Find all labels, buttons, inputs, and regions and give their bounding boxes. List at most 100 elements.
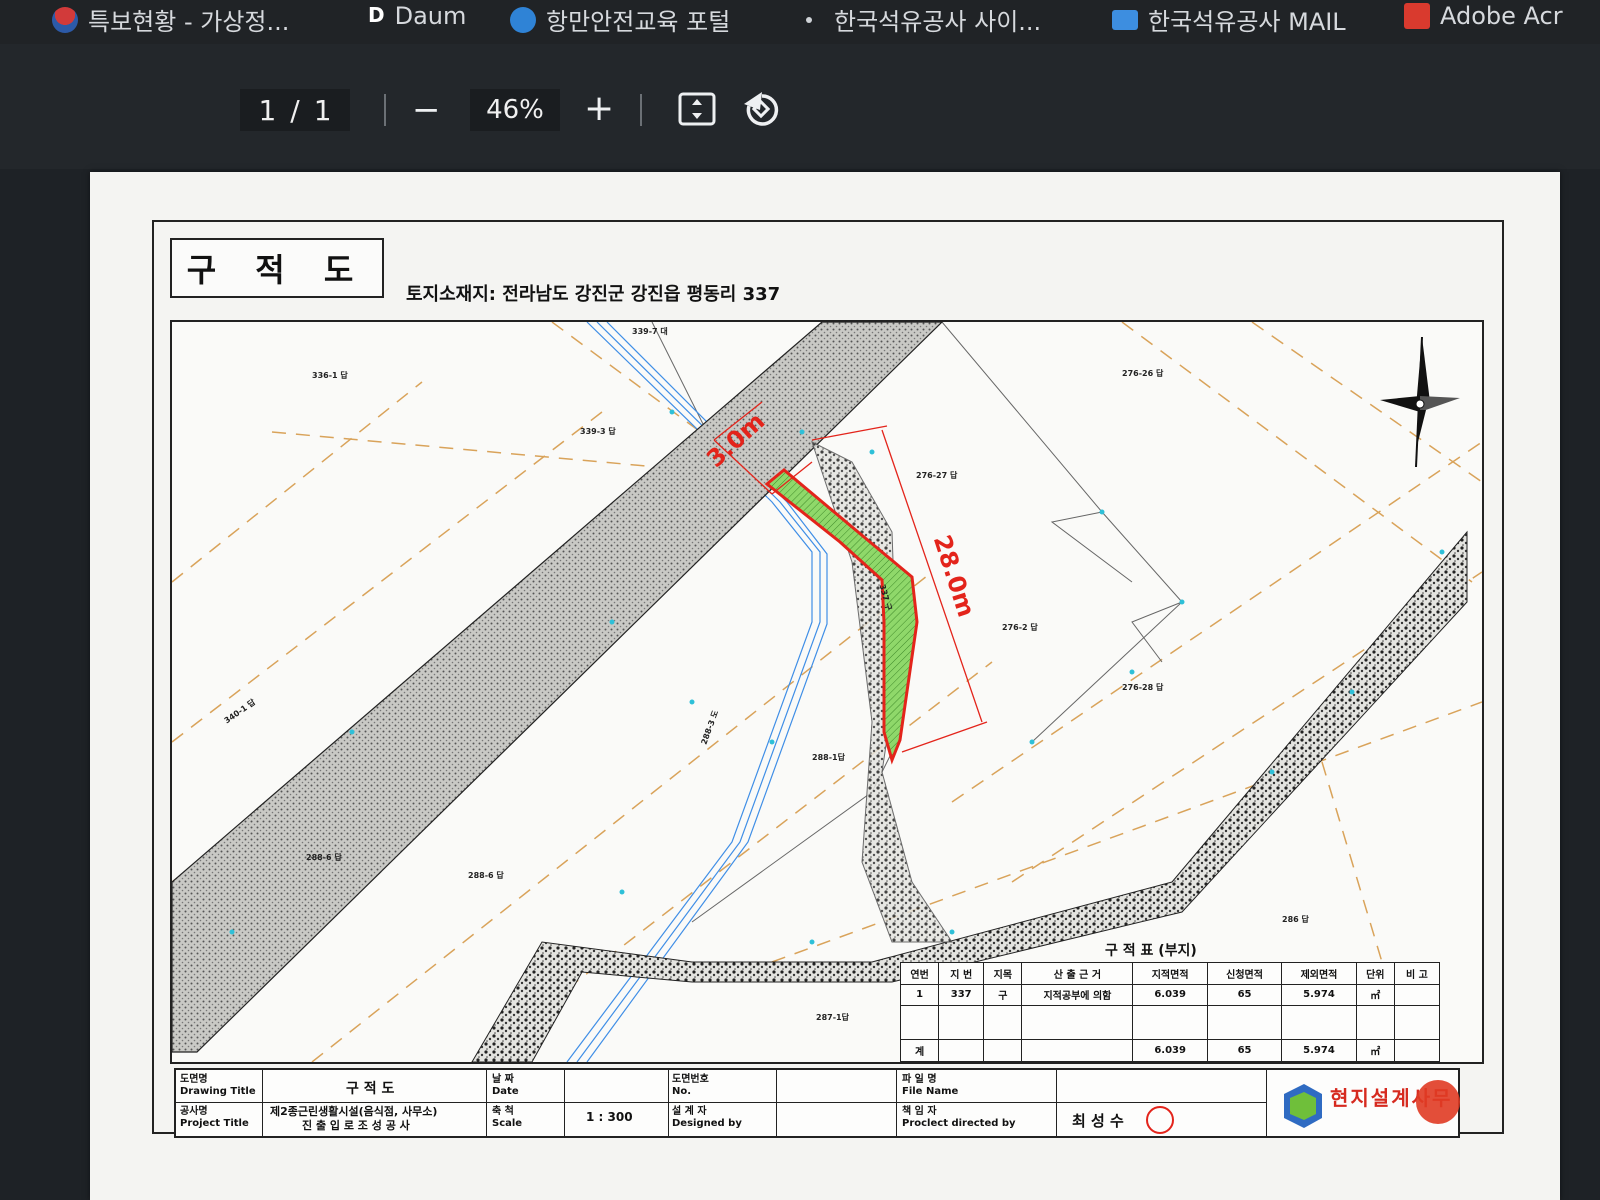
bookmark-item[interactable]: Adobe Acr [1404,2,1563,30]
project-title-label-ko: 공사명 [180,1106,208,1117]
bookmark-item[interactable]: 특보현황 - 가상정... [52,2,289,37]
table-cell [1393,1039,1441,1062]
fit-page-button[interactable] [678,92,716,133]
mail-icon [1112,9,1138,30]
bookmark-item[interactable]: 한국석유공사 MAIL [1112,2,1346,37]
table-cell [1021,1005,1134,1041]
pdf-page: 구 적 도 토지소재지: 전라남도 강진군 강진읍 평동리 337 339-7 … [90,172,1560,1200]
rotate-icon [744,92,779,126]
zoom-in-button[interactable]: + [584,88,614,129]
table-cell: 지적공부에 의함 [1021,983,1134,1007]
bookmark-label: 한국석유공사 사이... [834,8,1042,36]
table-cell [1355,1005,1395,1041]
divider [564,1070,565,1136]
bookmark-item[interactable]: D Daum [368,2,466,30]
table-cell [983,1039,1023,1062]
drawing-title-label-en: Drawing Title [180,1086,256,1097]
rotate-button[interactable] [742,90,782,137]
file-label-en: File Name [902,1086,959,1097]
divider [896,1070,897,1136]
table-cell: 1 [899,983,940,1007]
bookmark-label: 항만안전교육 포털 [546,8,731,36]
drawing-title-value: 구 적 도 [346,1081,395,1097]
lot-label: 288-6 답 [306,853,342,862]
page-current[interactable]: 1 [258,94,276,127]
table-cell: 337 [938,983,985,1007]
drawing-title: 구 적 도 [170,238,384,298]
table-cell [938,1039,985,1062]
file-label-ko: 파 일 명 [902,1074,937,1085]
divider [1056,1070,1057,1136]
cadastral-map: 339-7 대 336-1 답 339-3 답 276-26 답 276-27 … [170,320,1484,1064]
table-header: 단위 [1355,962,1395,985]
table-cell: 6.039 [1132,983,1208,1007]
table-cell [1021,1039,1134,1062]
signature-name: 최 성 수 [1072,1112,1124,1130]
bookmark-item[interactable]: 한국석유공사 사이... [806,2,1041,37]
bookmark-label: Daum [394,2,467,30]
table-cell: 구 [983,983,1023,1007]
scale-value: 1 : 300 [586,1110,633,1124]
company-seal-icon [1416,1080,1460,1124]
daum-icon: D [368,3,385,27]
land-location: 토지소재지: 전라남도 강진군 강진읍 평동리 337 [406,284,781,305]
designed-label-en: Designed by [672,1118,742,1129]
page-indicator[interactable]: 1 / 1 [240,89,350,131]
table-cell: 5.974 [1281,1039,1357,1062]
table-header: 산 출 근 거 [1021,962,1134,985]
project-title-value-2: 진 출 입 로 조 성 공 사 [302,1119,410,1132]
bookmark-label: Adobe Acr [1440,2,1563,30]
table-cell [899,1005,940,1041]
drawing-title-label-ko: 도면명 [180,1074,208,1085]
bookmark-label: 한국석유공사 MAIL [1148,8,1346,36]
table-row: 1 337 구 지적공부에 의함 6.039 65 5.974 ㎡ [899,983,1441,1007]
zoom-level[interactable]: 46% [470,89,560,131]
divider [1266,1070,1267,1136]
table-header: 지적면적 [1132,962,1208,985]
lot-label: 276-26 답 [1122,369,1164,378]
bookmarks-bar: 특보현황 - 가상정... D Daum 항만안전교육 포털 한국석유공사 사이… [0,0,1600,44]
project-title-label-en: Project Title [180,1118,249,1129]
table-cell: 계 [899,1039,940,1062]
pdf-toolbar: 1 / 1 − 46% + [0,44,1600,169]
table-cell [983,1005,1023,1041]
table-cell: 6.039 [1132,1039,1208,1062]
lot-label: 339-7 대 [632,327,668,336]
page-total: 1 [313,93,332,127]
table-row [899,1005,1441,1041]
table-header: 제외면적 [1281,962,1357,985]
designed-label-ko: 설 계 자 [672,1106,707,1117]
table-header-row: 연번 지 번 지목 산 출 근 거 지적면적 신청면적 제외면적 단위 비 고 [899,962,1441,985]
fit-page-icon [678,92,716,126]
directed-label-en: Proclect directed by [902,1118,1016,1129]
bookmark-item[interactable]: 항만안전교육 포털 [510,2,730,37]
lot-label: 287-1답 [816,1013,849,1022]
bookmark-label: 특보현황 - 가상정... [88,8,290,36]
table-cell [1393,983,1441,1007]
scale-label-ko: 축 척 [492,1106,514,1117]
divider [486,1070,487,1136]
divider [262,1070,263,1136]
project-title-value-1: 제2종근린생활시설(음식점, 사무소) [270,1105,438,1118]
north-arrow-icon [1380,336,1460,468]
directed-label-ko: 책 임 자 [902,1106,937,1117]
toolbar-divider [640,94,642,126]
table-cell: 65 [1206,1039,1283,1062]
table-cell: 65 [1206,983,1283,1007]
area-table: 연번 지 번 지목 산 출 근 거 지적면적 신청면적 제외면적 단위 비 고 … [899,962,1441,1062]
globe-icon [510,6,536,33]
lot-label: 276-2 답 [1002,623,1038,632]
title-block: 도면명 Drawing Title 구 적 도 공사명 Project Titl… [174,1068,1460,1138]
date-label-ko: 날 짜 [492,1074,514,1085]
table-row: 계 6.039 65 5.974 ㎡ [899,1039,1441,1062]
zoom-out-button[interactable]: − [412,90,441,130]
company-logo: 현지설계사무 [1276,1074,1460,1132]
toolbar-divider [384,94,386,126]
table-cell [938,1005,985,1041]
map-drawing [172,322,1482,1062]
table-cell [1281,1005,1357,1041]
taegeuk-icon [52,6,78,33]
divider [176,1102,1266,1103]
table-header: 신청면적 [1206,962,1283,985]
drawing-no-label-ko: 도면번호 [672,1074,709,1085]
